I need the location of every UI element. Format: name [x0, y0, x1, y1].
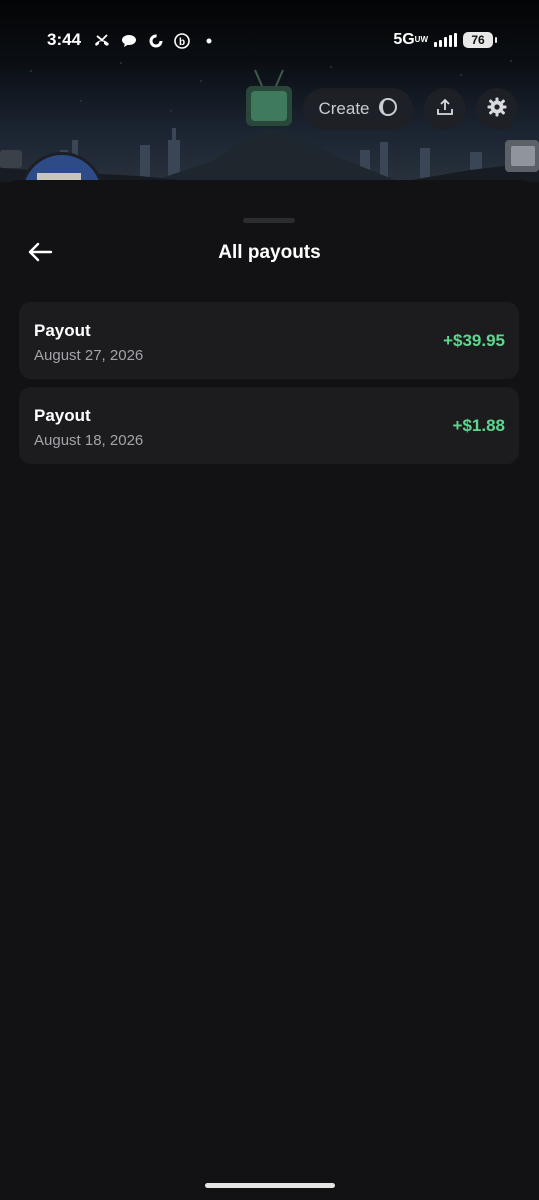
payout-label: Payout [34, 406, 91, 425]
payouts-sheet: All payouts Payout August 27, 2026 +$39.… [0, 180, 539, 1200]
home-indicator[interactable] [205, 1183, 335, 1188]
create-button[interactable]: Create [303, 88, 413, 130]
payout-card[interactable]: Payout August 18, 2026 +$1.88 [19, 387, 519, 464]
status-bar: 3:44 b 5GUW 76 [0, 22, 539, 58]
payout-label: Payout [34, 321, 91, 340]
status-time: 3:44 [47, 30, 82, 49]
page-title: All payouts [218, 242, 321, 263]
sheet-drag-handle[interactable] [243, 218, 295, 223]
create-label: Create [318, 99, 370, 118]
battery-icon: 76 [463, 32, 497, 48]
payout-card[interactable]: Payout August 27, 2026 +$39.95 [19, 302, 519, 379]
svg-text:b: b [179, 37, 185, 48]
payout-date: August 27, 2026 [34, 347, 144, 364]
settings-button[interactable] [476, 88, 518, 130]
missed-call-icon [92, 31, 112, 51]
network-indicator: 5GUW [393, 31, 428, 48]
b-app-icon: b [172, 31, 192, 51]
create-loader-icon [378, 97, 398, 122]
payout-amount: +$39.95 [443, 331, 505, 350]
signal-icon [434, 33, 457, 47]
chat-icon [119, 31, 139, 51]
share-button[interactable] [424, 88, 466, 130]
payout-amount: +$1.88 [452, 416, 505, 435]
notification-dot-icon [199, 31, 219, 51]
payout-date: August 18, 2026 [34, 432, 144, 449]
gear-icon [486, 96, 508, 123]
c-app-icon [146, 31, 166, 51]
upload-icon [435, 97, 455, 122]
